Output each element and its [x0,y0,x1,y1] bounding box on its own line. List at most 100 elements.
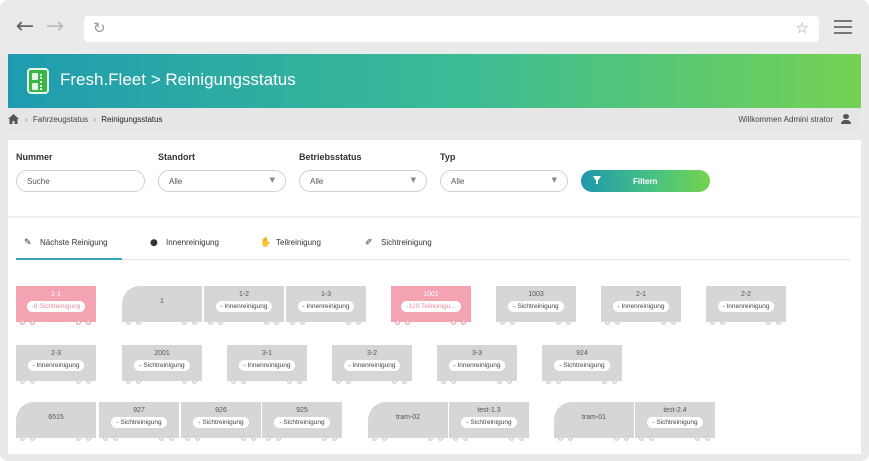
tab-sichtreinigung[interactable]: ✐ Sichtreinigung [365,238,432,258]
wheel-icon [438,436,443,441]
vehicle-card[interactable]: 924 - Sichtreinigung [542,345,622,384]
wheel-icon [497,379,502,384]
wheel-icon [710,320,715,325]
vehicle-name: 3-3 [471,350,483,357]
tab-label: Innenreinigung [166,238,219,247]
vehicle-status-badge: - Sichtreinigung [647,417,703,428]
back-arrow-icon[interactable]: ← [13,15,37,39]
wheel-icon [519,436,524,441]
vehicle-card[interactable]: 3-2 - Innenreinigung [332,345,412,384]
tab-teilreinigung[interactable]: ✋ Teilreinigung [260,238,321,258]
wheel-icon [382,436,387,441]
vehicle-card[interactable]: 925 - Sichtreinigung [262,402,342,441]
typ-value: Alle [451,177,465,186]
wheel-icon [566,320,571,325]
wheel-icon [509,436,514,441]
main-content: Nummer Suche Standort Alle ▼ Betriebssta… [8,140,861,454]
vehicle-name: 1-2 [238,291,250,298]
vehicle-card[interactable]: 2001 - Sichtreinigung [122,345,202,384]
wheel-icon [192,320,197,325]
vehicle-card[interactable]: 6515 [16,402,96,441]
browser-menu-icon[interactable] [834,20,852,34]
betriebsstatus-label: Betriebsstatus [299,152,362,162]
tab-naechste-reinigung[interactable]: ✎ Nächste Reinigung [24,238,108,258]
vehicle-card[interactable]: test-1.3 - Sichtreinigung [449,402,529,441]
address-bar[interactable]: ↻ ☆ [84,16,819,42]
wheel-icon [86,379,91,384]
wheels [16,378,96,384]
filter-button-label: Filtern [633,177,658,186]
wheels [554,435,634,441]
wheel-icon [612,379,617,384]
wheel-icon [507,379,512,384]
breadcrumb-separator: › [25,115,28,124]
wheel-icon [20,436,25,441]
reload-icon[interactable]: ↻ [93,19,106,37]
standort-value: Alle [169,177,183,186]
vehicle-card[interactable]: tram-02 [368,402,448,441]
vehicle-name: 1-3 [320,291,332,298]
vehicle-card[interactable]: 1001 -120 Teilreinigu... [391,286,471,325]
wheel-icon [695,436,700,441]
vehicle-card[interactable]: 927 - Sichtreinigung [99,402,179,441]
vehicle-status-badge: - Innenreinigung [215,301,273,312]
breadcrumb-item-fahrzeugstatus[interactable]: Fahrzeugstatus [33,115,88,124]
forward-arrow-icon[interactable]: → [43,15,67,39]
wheel-icon [276,436,281,441]
vehicle-card[interactable]: 2-2 - Innenreinigung [706,286,786,325]
nummer-label: Nummer [16,152,53,162]
bookmark-star-icon[interactable]: ☆ [796,19,809,37]
betriebsstatus-select[interactable]: Alle ▼ [299,170,427,192]
vehicle-name: 2001 [154,350,170,357]
vehicle-name: 6515 [48,414,64,421]
wheel-icon [556,320,561,325]
vehicle-card[interactable]: 1 [122,286,202,325]
breadcrumb-item-reinigungsstatus: Reinigungsstatus [101,115,163,124]
wheel-icon [639,436,644,441]
vehicle-card[interactable]: test-2.4 - Sichtreinigung [635,402,715,441]
wheel-icon [614,436,619,441]
vehicle-card[interactable]: tram-01 [554,402,634,441]
wheels [181,435,261,441]
wheel-icon [136,320,141,325]
wheels [635,435,715,441]
wheel-icon [556,379,561,384]
vehicle-card[interactable]: 1-1 -8 Sichtreinigung [16,286,96,325]
wheel-icon [356,320,361,325]
filter-button[interactable]: Filtern [581,170,710,192]
vehicle-card[interactable]: 3-3 - Innenreinigung [437,345,517,384]
vehicle-card[interactable]: 2-3 - Innenreinigung [16,345,96,384]
typ-select[interactable]: Alle ▼ [440,170,568,192]
vehicle-card[interactable]: 2-1 - Innenreinigung [601,286,681,325]
wheel-icon [346,379,351,384]
vehicle-card[interactable]: 1-2 - Innenreinigung [204,286,284,325]
wheel-icon [624,436,629,441]
wheel-icon [546,379,551,384]
vehicle-card[interactable]: 926 - Sichtreinigung [181,402,261,441]
wheels [368,435,448,441]
brush-icon: ✐ [365,238,373,248]
breadcrumb: › Fahrzeugstatus › Reinigungsstatus Will… [8,108,861,132]
wheel-icon [461,320,466,325]
home-icon[interactable] [8,114,19,124]
wheel-icon [568,436,573,441]
vehicle-name: tram-02 [395,414,421,421]
wheels [122,378,202,384]
standort-select[interactable]: Alle ▼ [158,170,286,192]
wheel-icon [86,320,91,325]
wheel-icon [451,320,456,325]
vehicle-card[interactable]: 1-3 - Innenreinigung [286,286,366,325]
search-input[interactable]: Suche [16,170,145,192]
tab-innenreinigung[interactable]: ● Innenreinigung [150,238,219,258]
vehicle-card[interactable]: 3-1 - Innenreinigung [227,345,307,384]
wheel-icon [86,436,91,441]
chevron-down-icon: ▼ [410,176,416,184]
vehicle-status-badge: - Sichtreinigung [111,417,167,428]
user-icon[interactable] [841,114,851,125]
wheels [262,435,342,441]
wheel-icon [463,436,468,441]
tab-label: Nächste Reinigung [40,238,108,247]
wheel-icon [30,320,35,325]
vehicle-card[interactable]: 1003 - Sichtreinigung [496,286,576,325]
wheels [391,319,471,325]
